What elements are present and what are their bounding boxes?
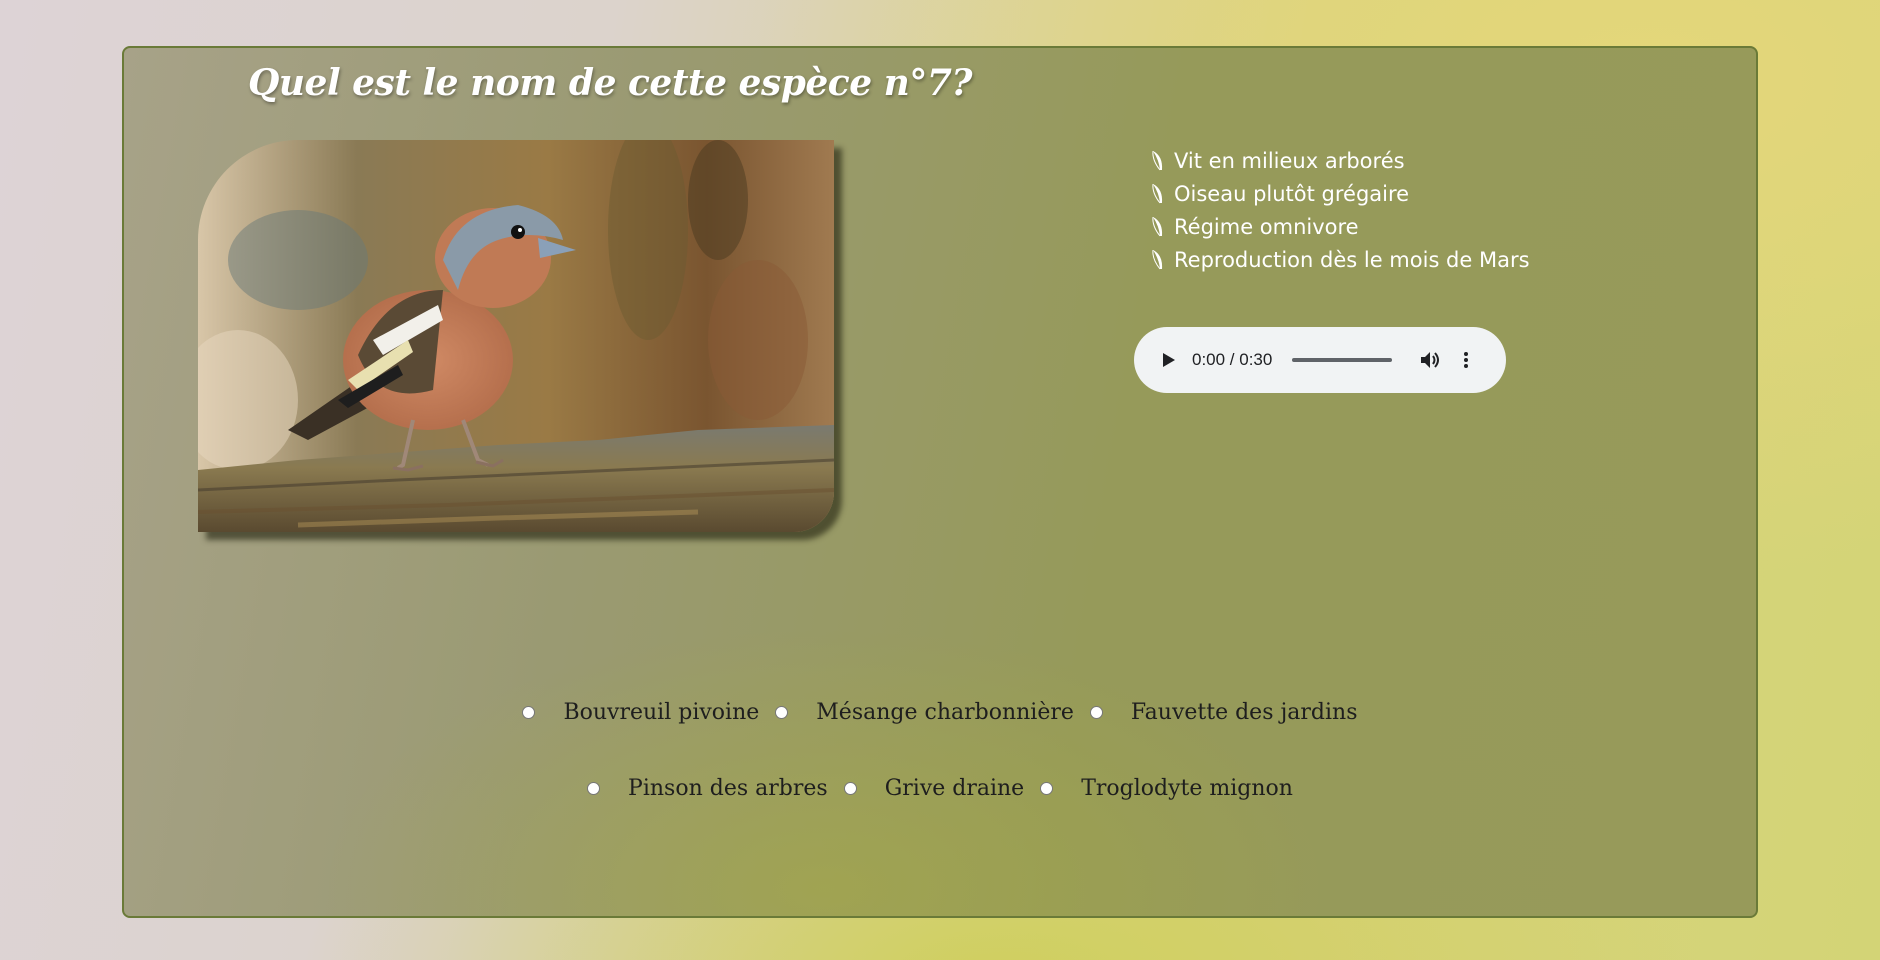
audio-time: 0:00 / 0:30	[1192, 350, 1273, 369]
choice-label[interactable]: Grive draine	[885, 776, 1025, 801]
audio-player: 0:00 / 0:30	[1134, 327, 1506, 393]
audio-seek-bar[interactable]	[1292, 358, 1393, 362]
hint-item: Reproduction dès le mois de Mars	[1150, 243, 1530, 276]
hint-item: Oiseau plutôt grégaire	[1150, 177, 1530, 210]
choice-option[interactable]: Troglodyte mignon	[1040, 776, 1293, 801]
quiz-panel: Quel est le nom de cette espèce n°7? Vit…	[122, 46, 1758, 918]
more-vertical-icon	[1464, 352, 1469, 368]
bird-photo	[198, 140, 834, 532]
choice-option[interactable]: Mésange charbonnière	[775, 700, 1074, 725]
radio-button[interactable]	[587, 782, 601, 795]
hint-text: Reproduction dès le mois de Mars	[1174, 247, 1530, 272]
hint-text: Régime omnivore	[1174, 214, 1359, 239]
choice-label[interactable]: Bouvreuil pivoine	[563, 700, 759, 725]
feather-icon	[1152, 183, 1163, 203]
hint-text: Vit en milieux arborés	[1174, 148, 1405, 173]
hints-list: Vit en milieux arborés Oiseau plutôt gré…	[1150, 144, 1530, 276]
feather-icon	[1152, 150, 1163, 170]
choice-label[interactable]: Pinson des arbres	[628, 776, 828, 801]
choices-row-2: Pinson des arbres Grive draine Troglodyt…	[124, 776, 1756, 801]
feather-icon	[1152, 249, 1163, 269]
play-button[interactable]	[1156, 347, 1182, 373]
bird-illustration	[198, 140, 834, 532]
choice-label[interactable]: Fauvette des jardins	[1131, 700, 1358, 725]
radio-button[interactable]	[775, 706, 789, 719]
hint-item: Vit en milieux arborés	[1150, 144, 1530, 177]
radio-button[interactable]	[1040, 782, 1054, 795]
choice-label[interactable]: Troglodyte mignon	[1081, 776, 1293, 801]
choice-option[interactable]: Bouvreuil pivoine	[522, 700, 759, 725]
choice-option[interactable]: Grive draine	[843, 776, 1025, 801]
choice-option[interactable]: Fauvette des jardins	[1089, 700, 1358, 725]
quiz-title: Quel est le nom de cette espèce n°7?	[248, 62, 972, 104]
choice-label[interactable]: Mésange charbonnière	[816, 700, 1074, 725]
choice-option[interactable]: Pinson des arbres	[587, 776, 828, 801]
radio-button[interactable]	[1089, 706, 1103, 719]
volume-button[interactable]	[1418, 347, 1444, 373]
more-options-button[interactable]	[1456, 347, 1476, 373]
hint-item: Régime omnivore	[1150, 210, 1530, 243]
play-icon	[1163, 353, 1175, 367]
choices-row-1: Bouvreuil pivoine Mésange charbonnière F…	[124, 700, 1756, 725]
hint-text: Oiseau plutôt grégaire	[1174, 181, 1410, 206]
feather-icon	[1152, 216, 1163, 236]
radio-button[interactable]	[843, 782, 857, 795]
volume-icon	[1421, 352, 1440, 368]
radio-button[interactable]	[522, 706, 536, 719]
